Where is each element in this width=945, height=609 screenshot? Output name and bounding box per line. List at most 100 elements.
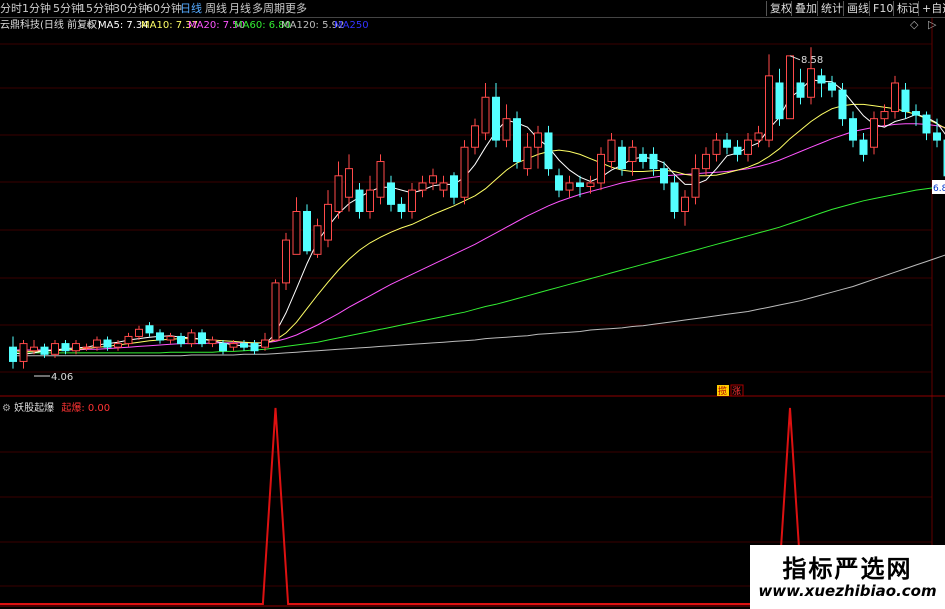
candle-down-body <box>145 325 154 334</box>
candle-down-body <box>849 118 857 141</box>
candle <box>177 332 185 348</box>
tab-period-daily[interactable]: 日线 <box>180 2 202 16</box>
tab-period-2[interactable]: 5分钟 <box>53 2 82 16</box>
candle <box>355 182 364 219</box>
candle-down-body <box>922 114 931 134</box>
tab-period-more[interactable]: 更多 <box>285 2 307 16</box>
candle <box>555 168 563 198</box>
settings-icon[interactable]: ⚙ <box>86 19 95 32</box>
candle <box>208 336 217 348</box>
candle-up-body <box>429 175 437 184</box>
candle-up-body <box>481 96 490 134</box>
candle-down-body <box>219 343 227 352</box>
candle <box>156 329 164 344</box>
candle-down-body <box>9 346 17 362</box>
tab-period-4[interactable]: 30分钟 <box>113 2 149 16</box>
candle <box>628 140 637 176</box>
candle <box>271 279 280 341</box>
candle-up-body <box>166 335 175 341</box>
candle <box>166 332 175 344</box>
candle-up-body <box>30 346 38 352</box>
candle <box>19 340 28 369</box>
period-toolbar: 分时 1分钟 5分钟 15分钟 30分钟 60分钟 日线 周线 月线 多周期 更… <box>0 0 945 18</box>
candle <box>565 175 574 198</box>
candle-down-body <box>40 346 49 355</box>
candle <box>502 104 511 148</box>
candle-up-body <box>712 139 721 155</box>
candle-up-body <box>880 111 889 120</box>
tab-period-5[interactable]: 60分钟 <box>146 2 182 16</box>
candle <box>418 175 427 198</box>
candle-up-body <box>460 146 469 198</box>
candle-down-body <box>303 211 311 252</box>
candle <box>639 147 647 169</box>
candle <box>859 132 868 162</box>
candle-up-body <box>891 82 899 113</box>
candle-up-body <box>51 343 59 355</box>
candle-down-body <box>901 89 910 113</box>
candle <box>786 55 794 120</box>
candle-down-body <box>649 153 658 170</box>
candle <box>439 175 448 198</box>
candle-down-body <box>355 189 364 213</box>
candle <box>334 161 343 219</box>
candle-down-body <box>61 343 70 352</box>
candle <box>460 140 469 205</box>
tab-period-3[interactable]: 15分钟 <box>79 2 115 16</box>
candle-down-body <box>796 82 805 98</box>
candle <box>471 118 479 155</box>
candle <box>744 132 752 162</box>
candle-down-body <box>838 89 847 120</box>
candle-down-body <box>103 339 112 348</box>
candle <box>481 82 490 141</box>
candle-down-body <box>828 82 836 91</box>
candle <box>145 322 154 337</box>
candle <box>198 329 206 348</box>
diamond-icon[interactable]: ◇ <box>910 18 918 31</box>
candle-up-body <box>187 332 196 345</box>
candle <box>597 147 605 191</box>
candle-up-body <box>313 225 322 255</box>
candle-down-body <box>618 146 626 170</box>
tab-period-monthly[interactable]: 月线 <box>229 2 251 16</box>
candle <box>723 132 731 155</box>
candle <box>313 218 322 258</box>
overlay-button[interactable]: 叠加 <box>791 1 820 16</box>
candle <box>712 132 721 162</box>
candle-down-body <box>723 139 731 148</box>
candle-up-body <box>114 343 122 348</box>
statistics-button[interactable]: 统计 <box>817 1 846 16</box>
candle-up-body <box>135 328 143 337</box>
ma5-line <box>12 78 945 355</box>
candle-down-body <box>492 96 500 141</box>
candle-up-body <box>282 239 290 284</box>
candle <box>51 340 59 358</box>
candle-down-body <box>912 111 920 116</box>
candle-up-body <box>82 346 91 349</box>
candle-up-body <box>334 175 343 213</box>
candle-up-body <box>72 343 80 352</box>
candle <box>849 111 857 148</box>
candle-up-body <box>439 182 448 191</box>
candle <box>282 232 290 291</box>
candle-down-body <box>733 146 742 155</box>
candle-up-body <box>744 139 752 155</box>
add-watchlist-button[interactable]: +自选 <box>918 1 945 16</box>
candle <box>303 204 311 255</box>
scroll-right-icon[interactable]: ▷ <box>928 18 936 31</box>
candle <box>492 82 500 148</box>
candle <box>838 82 847 126</box>
candle-down-body <box>387 182 395 205</box>
candle-down-body <box>660 168 668 184</box>
candle-up-body <box>502 118 511 141</box>
candle <box>828 75 836 98</box>
candle <box>376 154 385 205</box>
tab-period-1[interactable]: 1分钟 <box>22 2 51 16</box>
tab-period-0[interactable]: 分时 <box>0 2 22 16</box>
tab-period-weekly[interactable]: 周线 <box>205 2 227 16</box>
candle-down-body <box>450 175 458 198</box>
indicator-settings-icon[interactable]: ⚙ <box>2 403 11 414</box>
tab-period-multi[interactable]: 多周期 <box>252 2 285 16</box>
draw-line-button[interactable]: 画线 <box>843 1 872 16</box>
candle-up-body <box>366 189 374 213</box>
